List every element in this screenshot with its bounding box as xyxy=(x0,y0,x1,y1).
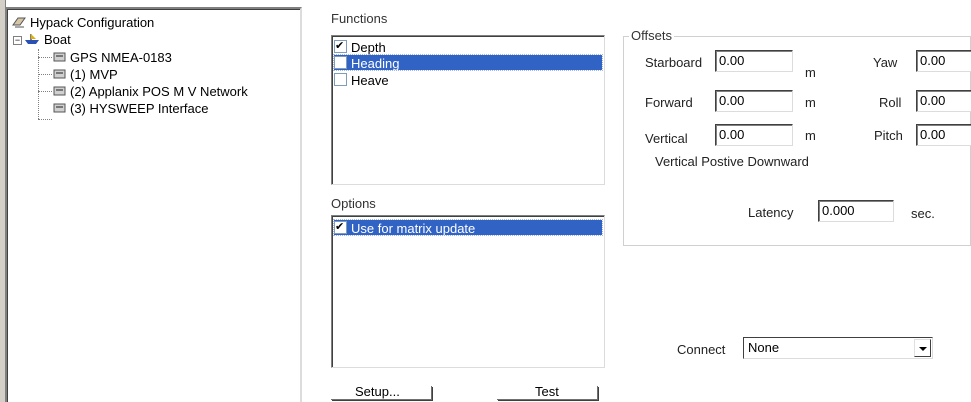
function-item-heave[interactable]: Heave xyxy=(334,72,602,89)
tree-device-item[interactable]: GPS NMEA-0183 xyxy=(52,49,172,66)
starboard-field[interactable]: 0.00 xyxy=(715,50,793,72)
vertical-unit: m xyxy=(805,128,816,143)
device-icon xyxy=(52,101,66,118)
device-icon xyxy=(52,67,66,84)
connect-label: Connect xyxy=(677,342,726,357)
connect-dropdown[interactable]: None xyxy=(743,337,933,359)
tree-panel-border xyxy=(7,9,300,402)
boat-icon xyxy=(24,32,40,49)
functions-listbox[interactable]: Depth Heading Heave xyxy=(331,35,605,185)
offsets-title: Offsets xyxy=(629,28,674,43)
roll-label: Roll xyxy=(879,95,902,110)
functions-label: Functions xyxy=(331,11,388,26)
device-tree-panel[interactable]: Hypack Configuration − Boat GPS NMEA-018… xyxy=(5,7,302,402)
connect-selected-value: None xyxy=(748,340,780,355)
pitch-label: Pitch xyxy=(874,128,903,143)
boat-collapse-toggle[interactable]: − xyxy=(13,36,22,45)
tree-connector xyxy=(38,119,52,120)
option-item-matrix-update[interactable]: Use for matrix update xyxy=(333,219,603,237)
heave-checkbox[interactable] xyxy=(334,73,347,86)
function-item-label: Heading xyxy=(351,56,400,72)
tree-connector xyxy=(38,57,52,58)
heading-checkbox[interactable] xyxy=(334,56,347,69)
chevron-down-icon[interactable] xyxy=(914,339,931,357)
forward-unit: m xyxy=(805,95,816,110)
configuration-icon xyxy=(12,15,26,33)
device-label: (3) HYSWEEP Interface xyxy=(70,101,209,116)
tree-connector xyxy=(38,74,52,75)
function-item-heading[interactable]: Heading xyxy=(333,54,603,72)
latency-label: Latency xyxy=(748,205,794,220)
yaw-field[interactable]: 0.00 xyxy=(916,50,971,72)
depth-checkbox[interactable] xyxy=(334,39,347,54)
setup-button-label: Setup... xyxy=(355,384,400,399)
device-label: GPS NMEA-0183 xyxy=(70,50,172,65)
tree-root-label: Hypack Configuration xyxy=(30,15,155,30)
function-item-label: Depth xyxy=(351,40,386,56)
function-item-depth[interactable]: Depth xyxy=(334,39,602,56)
vertical-field[interactable]: 0.00 xyxy=(715,124,793,146)
tree-connector xyxy=(38,49,39,119)
device-icon xyxy=(52,50,66,67)
tree-device-item[interactable]: (1) MVP xyxy=(52,66,118,83)
tree-node-boat[interactable]: Boat xyxy=(24,31,71,48)
vertical-label: Vertical xyxy=(645,131,688,146)
device-icon xyxy=(52,84,66,101)
tree-device-item[interactable]: (3) HYSWEEP Interface xyxy=(52,100,208,117)
device-label: (1) MVP xyxy=(70,67,118,82)
tree-root[interactable]: Hypack Configuration xyxy=(12,14,154,31)
roll-field[interactable]: 0.00 xyxy=(916,90,971,112)
tree-connector xyxy=(38,91,52,92)
forward-field[interactable]: 0.00 xyxy=(715,90,793,112)
yaw-label: Yaw xyxy=(873,55,898,70)
latency-unit: sec. xyxy=(911,206,935,221)
tree-device-item[interactable]: (2) Applanix POS M V Network xyxy=(52,83,248,100)
starboard-label: Starboard xyxy=(645,55,703,70)
boat-label: Boat xyxy=(44,32,71,47)
test-button-label: Test xyxy=(535,384,559,399)
option-item-label: Use for matrix update xyxy=(351,221,476,237)
vertical-direction-note: Vertical Postive Downward xyxy=(655,154,809,169)
latency-field[interactable]: 0.000 xyxy=(818,200,894,222)
options-listbox[interactable]: Use for matrix update xyxy=(331,215,605,368)
device-label: (2) Applanix POS M V Network xyxy=(70,84,248,99)
options-label: Options xyxy=(331,196,376,211)
starboard-unit: m xyxy=(805,65,816,80)
forward-label: Forward xyxy=(645,95,693,110)
function-item-label: Heave xyxy=(351,73,389,89)
pitch-field[interactable]: 0.00 xyxy=(916,124,971,146)
matrix-update-checkbox[interactable] xyxy=(334,220,347,235)
